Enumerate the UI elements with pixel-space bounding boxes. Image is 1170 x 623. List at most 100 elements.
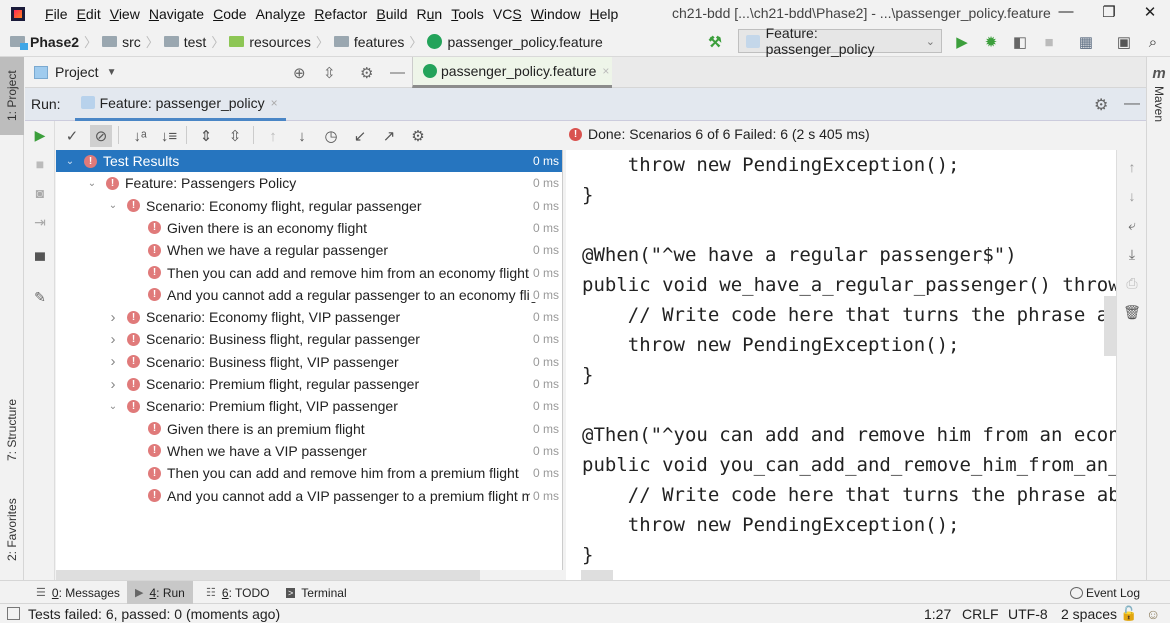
- print-icon[interactable]: ⎙: [1124, 275, 1140, 291]
- gear-icon[interactable]: ⚙: [1094, 95, 1108, 115]
- tree-scenario-row[interactable]: ›! Scenario: Business flight, VIP passeng…: [56, 351, 562, 373]
- file-encoding[interactable]: UTF-8: [1008, 604, 1048, 623]
- tree-scenario-row[interactable]: ⌄! Scenario: Economy flight, regular pass…: [56, 195, 562, 217]
- event-log-tab[interactable]: Event Log: [1069, 581, 1140, 604]
- editor-tab-passenger-policy[interactable]: passenger_policy.feature ×: [412, 57, 612, 88]
- favorites-tool-tab[interactable]: 2: Favorites: [0, 485, 24, 575]
- tree-feature-row[interactable]: ⌄! Feature: Passengers Policy 0 ms: [56, 172, 562, 194]
- stop-icon[interactable]: ■: [32, 156, 48, 172]
- chevron-down-icon[interactable]: ⌄: [107, 401, 119, 412]
- menu-item[interactable]: Help: [587, 6, 625, 22]
- project-view-label[interactable]: Project: [55, 64, 99, 80]
- collapse-all-icon[interactable]: ⇳: [224, 125, 246, 147]
- camera-icon[interactable]: ◙: [32, 185, 48, 201]
- pin-icon[interactable]: ✎: [32, 289, 48, 305]
- gear-icon[interactable]: ⚙: [407, 125, 429, 147]
- run-config-selector[interactable]: Feature: passenger_policy ⌄: [738, 25, 942, 57]
- up-arrow-icon[interactable]: ↑: [1124, 159, 1140, 175]
- build-hammer-icon[interactable]: ⚒: [706, 33, 724, 51]
- chevron-right-icon[interactable]: ›: [107, 331, 119, 348]
- chevron-down-icon[interactable]: ▼: [107, 67, 117, 78]
- tree-step-row[interactable]: ! Then you can add and remove him from an…: [56, 262, 562, 284]
- project-tool-tab[interactable]: 1: Project: [0, 57, 24, 135]
- chevron-right-icon[interactable]: ›: [107, 376, 119, 393]
- show-passed-icon[interactable]: ✓: [61, 125, 83, 147]
- rerun-icon[interactable]: ▶: [32, 127, 48, 143]
- menu-item[interactable]: File: [42, 6, 74, 22]
- breadcrumb-resources[interactable]: resources: [229, 34, 311, 50]
- breadcrumb-src[interactable]: src: [102, 34, 141, 50]
- menu-item[interactable]: Window: [528, 6, 587, 22]
- hide-icon[interactable]: —: [1124, 95, 1140, 113]
- inspector-icon[interactable]: ☺: [1146, 604, 1160, 623]
- test-results-root[interactable]: ⌄! Test Results 0 ms: [56, 150, 562, 172]
- export-icon[interactable]: ↗: [378, 125, 400, 147]
- search-icon[interactable]: ⌕: [1144, 33, 1162, 51]
- line-separator[interactable]: CRLF: [962, 604, 999, 623]
- breadcrumb-phase2[interactable]: Phase2: [10, 34, 79, 50]
- layout-icon[interactable]: ▀: [32, 252, 48, 268]
- close-tab-icon[interactable]: ×: [602, 64, 609, 78]
- menu-item[interactable]: Analyze: [253, 6, 312, 22]
- menu-item[interactable]: Build: [373, 6, 413, 22]
- scroll-to-end-icon[interactable]: ⤓: [1124, 246, 1140, 262]
- menu-item[interactable]: Refactor: [311, 6, 373, 22]
- chevron-right-icon[interactable]: ›: [107, 353, 119, 370]
- tree-step-row[interactable]: ! When we have a VIP passenger 0 ms: [56, 440, 562, 462]
- tree-step-row[interactable]: ! And you cannot add a regular passenger …: [56, 284, 562, 306]
- trash-icon[interactable]: 🗑: [1123, 304, 1141, 320]
- toggle-tool-windows-icon[interactable]: [7, 607, 20, 620]
- run-tab-feature[interactable]: Feature: passenger_policy ×: [74, 88, 286, 121]
- tree-step-row[interactable]: ! When we have a regular passenger 0 ms: [56, 239, 562, 261]
- tree-step-row[interactable]: ! Given there is an premium flight 0 ms: [56, 418, 562, 440]
- next-failed-icon[interactable]: ↓: [291, 125, 313, 147]
- menu-item[interactable]: Navigate: [146, 6, 210, 22]
- menu-item[interactable]: Run: [414, 6, 449, 22]
- tree-step-row[interactable]: ! And you cannot add a VIP passenger to a…: [56, 485, 562, 507]
- chevron-right-icon[interactable]: ›: [107, 309, 119, 326]
- run-tab[interactable]: ▶ 4: Run: [127, 581, 193, 604]
- tree-scenario-row[interactable]: ⌄! Scenario: Premium flight, VIP passenge…: [56, 395, 562, 417]
- tree-scenario-row[interactable]: ›! Scenario: Business flight, regular pas…: [56, 328, 562, 350]
- collapse-all-icon[interactable]: ⇳: [323, 64, 336, 82]
- maven-tool-tab[interactable]: m Maven: [1147, 63, 1170, 122]
- menu-item[interactable]: Edit: [74, 6, 107, 22]
- indent-setting[interactable]: 2 spaces: [1061, 604, 1117, 623]
- menu-item[interactable]: Code: [210, 6, 252, 22]
- gear-icon[interactable]: ⚙: [360, 64, 373, 82]
- terminal-tab[interactable]: > Terminal: [278, 581, 355, 604]
- chevron-down-icon[interactable]: ⌄: [64, 156, 76, 167]
- todo-tab[interactable]: ☷ 6: TODO: [198, 581, 277, 604]
- previous-failed-icon[interactable]: ↑: [262, 125, 284, 147]
- breadcrumb-test[interactable]: test: [163, 34, 206, 50]
- tree-step-row[interactable]: ! Then you can add and remove him from a …: [56, 462, 562, 484]
- close-window-button[interactable]: ✕: [1130, 3, 1170, 23]
- import-icon[interactable]: ↙: [349, 125, 371, 147]
- import-tests-icon[interactable]: ⇥: [32, 214, 48, 230]
- messages-tab[interactable]: ☰ 0: Messages: [28, 581, 128, 604]
- tree-horizontal-scrollbar[interactable]: [56, 570, 480, 580]
- expand-all-icon[interactable]: ⇕: [195, 125, 217, 147]
- run-icon[interactable]: ▶: [953, 33, 971, 51]
- lock-icon[interactable]: 🔓: [1120, 604, 1137, 623]
- down-arrow-icon[interactable]: ↓: [1124, 188, 1140, 204]
- console-vertical-scrollbar[interactable]: [1104, 296, 1116, 356]
- tree-step-row[interactable]: ! Given there is an economy flight 0 ms: [56, 217, 562, 239]
- test-history-icon[interactable]: ◷: [320, 125, 342, 147]
- stop-icon[interactable]: ■: [1040, 33, 1058, 51]
- show-ignored-icon[interactable]: ⊘: [90, 125, 112, 147]
- run-with-coverage-icon[interactable]: ◧: [1011, 33, 1029, 51]
- tree-scenario-row[interactable]: ›! Scenario: Premium flight, regular pass…: [56, 373, 562, 395]
- minimize-button[interactable]: —: [1046, 3, 1086, 23]
- chevron-down-icon[interactable]: ⌄: [86, 178, 98, 189]
- terminal-window-icon[interactable]: ▣: [1115, 33, 1133, 51]
- debug-icon[interactable]: ✹: [982, 33, 1000, 51]
- project-structure-icon[interactable]: ▦: [1077, 33, 1095, 51]
- structure-tool-tab[interactable]: 7: Structure: [0, 392, 24, 467]
- sort-by-duration-icon[interactable]: ↓≡: [158, 125, 180, 147]
- caret-position[interactable]: 1:27: [924, 604, 951, 623]
- sort-alphabetically-icon[interactable]: ↓ᵃ: [129, 125, 151, 147]
- menu-item[interactable]: Tools: [448, 6, 490, 22]
- locate-target-icon[interactable]: ⊕: [293, 64, 306, 82]
- breadcrumb-feature-file[interactable]: passenger_policy.feature: [427, 34, 603, 50]
